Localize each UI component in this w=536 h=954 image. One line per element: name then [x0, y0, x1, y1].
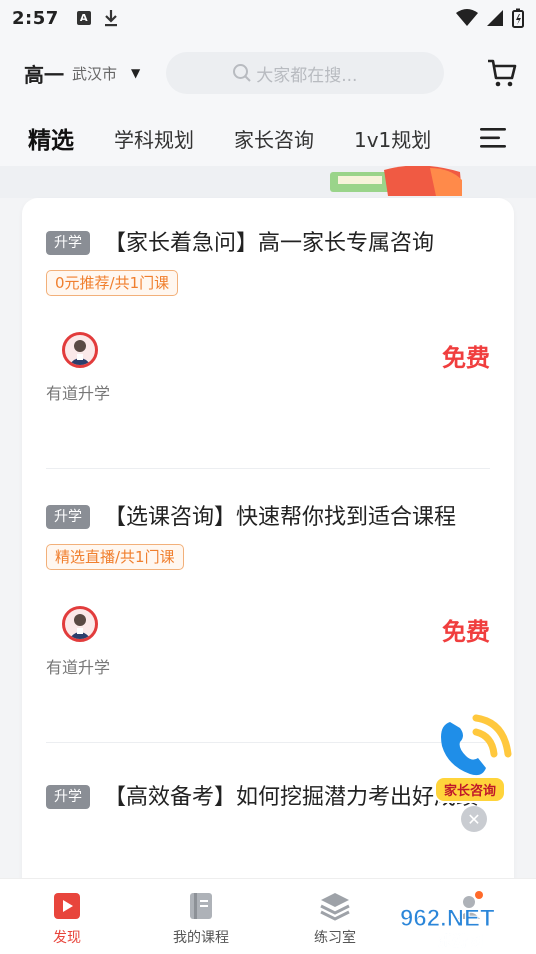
signal-icon — [487, 10, 503, 26]
provider-name: 有道升学 — [46, 384, 111, 403]
watermark-logo: 962.NET 乐游网 — [400, 905, 496, 951]
course-price: 免费 — [442, 344, 490, 372]
course-tag: 0元推荐/共1门课 — [46, 270, 179, 296]
parent-consult-label: 家长咨询 — [434, 776, 507, 803]
grade-selector[interactable]: 高一 — [24, 59, 64, 88]
person-icon — [69, 614, 91, 639]
nav-practice-room[interactable]: 练习室 — [268, 879, 402, 954]
tab-menu-area — [466, 110, 536, 166]
course-title: 【选课咨询】快速帮你找到适合课程 — [104, 505, 457, 530]
divider — [46, 468, 490, 469]
menu-icon[interactable] — [480, 127, 506, 149]
tab-1v1-planning[interactable]: 1v1规划 — [354, 124, 431, 153]
category-tabs: 精选 学科规划 家长咨询 1v1规划 — [0, 110, 536, 166]
search-box[interactable]: 大家都在搜... — [166, 52, 445, 94]
discover-icon — [54, 893, 80, 919]
top-header: 高一 武汉市 ▼ 大家都在搜... — [0, 36, 536, 110]
battery-icon — [512, 8, 524, 28]
nav-label: 我的课程 — [173, 930, 229, 946]
close-float-button[interactable]: ✕ — [461, 806, 487, 832]
course-item[interactable]: 升学 【选课咨询】快速帮你找到适合课程 精选直播/共1门课 有道升学 免费 — [46, 498, 490, 677]
person-icon — [69, 340, 91, 365]
book-icon — [190, 893, 212, 919]
layers-icon — [320, 893, 350, 921]
course-price: 免费 — [442, 618, 490, 646]
status-time: 2:57 — [12, 7, 59, 29]
wifi-icon — [456, 9, 478, 26]
city-selector[interactable]: 武汉市 — [72, 63, 117, 84]
tab-parent-consult[interactable]: 家长咨询 — [234, 124, 314, 153]
course-kind-badge: 升学 — [46, 505, 90, 529]
course-title: 【家长着急问】高一家长专属咨询 — [104, 231, 435, 256]
svg-text:乐游网: 乐游网 — [438, 932, 483, 950]
tab-subject-planning[interactable]: 学科规划 — [114, 124, 194, 153]
course-title-line: 升学 【高效备考】如何挖掘潜力考出好成绩 — [46, 778, 490, 818]
provider-avatar — [62, 332, 98, 368]
course-title-line: 升学 【家长着急问】高一家长专属咨询 — [46, 224, 490, 264]
provider-avatar — [62, 606, 98, 642]
course-provider: 有道升学 免费 — [46, 606, 490, 677]
nav-label: 发现 — [53, 930, 81, 946]
course-title-line: 升学 【选课咨询】快速帮你找到适合课程 — [46, 498, 490, 538]
divider — [46, 742, 490, 743]
course-tag: 精选直播/共1门课 — [46, 544, 184, 570]
nav-discover[interactable]: 发现 — [0, 879, 134, 954]
nav-my-courses[interactable]: 我的课程 — [134, 879, 268, 954]
notification-a-icon: A — [76, 11, 91, 25]
cart-icon[interactable] — [486, 58, 518, 88]
nav-label: 练习室 — [314, 930, 356, 946]
search-icon — [233, 64, 251, 82]
course-kind-badge: 升学 — [46, 785, 90, 809]
close-icon: ✕ — [467, 809, 481, 829]
download-icon — [104, 10, 117, 27]
course-item[interactable]: 升学 【高效备考】如何挖掘潜力考出好成绩 — [46, 778, 490, 818]
parent-consult-float-button[interactable]: 家长咨询 — [432, 712, 516, 804]
tab-featured[interactable]: 精选 — [26, 121, 76, 159]
caret-down-icon[interactable]: ▼ — [131, 66, 140, 80]
banner-image[interactable] — [0, 166, 536, 198]
course-provider: 有道升学 免费 — [46, 332, 490, 403]
svg-text:962.NET: 962.NET — [400, 905, 495, 932]
provider-name: 有道升学 — [46, 658, 111, 677]
course-title: 【高效备考】如何挖掘潜力考出好成绩 — [104, 785, 479, 810]
phone-icon — [441, 714, 512, 776]
course-item[interactable]: 升学 【家长着急问】高一家长专属咨询 0元推荐/共1门课 有道升学 免费 — [46, 224, 490, 403]
course-kind-badge: 升学 — [46, 231, 90, 255]
banner-illustration — [330, 166, 462, 196]
status-bar: 2:57 A — [0, 0, 536, 36]
search-placeholder: 大家都在搜... — [256, 65, 358, 86]
